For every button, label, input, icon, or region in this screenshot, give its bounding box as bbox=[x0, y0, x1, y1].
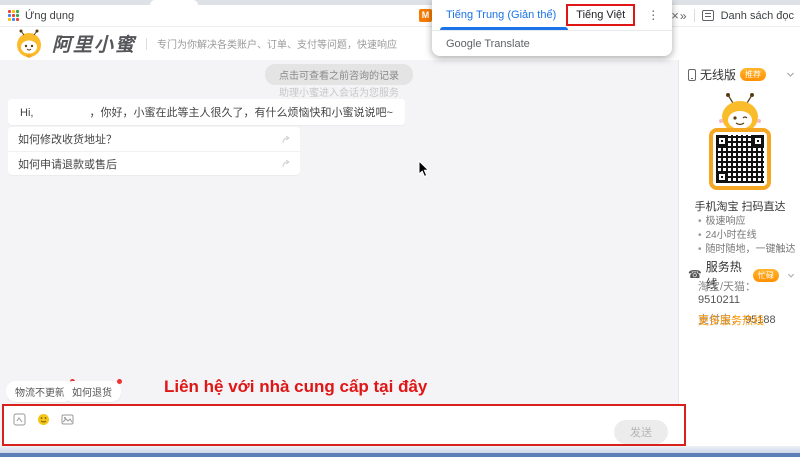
menu-dots-icon[interactable]: ⋮ bbox=[647, 8, 659, 22]
reading-list-icon bbox=[702, 10, 714, 21]
hotline-number: 9510211 bbox=[698, 294, 740, 306]
composer-toolbar bbox=[12, 412, 75, 427]
suggested-questions-card: 如何修改收货地址？ 如何申请退款或售后 bbox=[8, 127, 300, 175]
greeting-message: Hi, ，你好，小蜜在此等主人很久了，有什么烦恼快和小蜜说说吧~ bbox=[8, 99, 405, 125]
mouse-cursor-icon bbox=[418, 160, 430, 178]
wireless-benefits-list: 极速响应 24小时在线 随时随地，一键触达 bbox=[698, 216, 796, 258]
apps-label: Ứng dụng bbox=[25, 10, 74, 22]
reading-list-label[interactable]: Danh sách đọc bbox=[721, 10, 794, 22]
notification-dot bbox=[117, 379, 122, 384]
sidebar: 无线版 推荐 手机淘宝 扫码直达 极速响应 24小时在线 随时随地，一键触达 ☎… bbox=[680, 60, 800, 447]
active-tab-underline bbox=[440, 27, 568, 30]
benefit-item: 随时随地，一键触达 bbox=[698, 244, 796, 255]
bookmarks-bar: Ứng dụng M ệt bình l... » Danh sách đọc bbox=[0, 5, 800, 27]
system-note: 助理小蜜进入会话为您服务 bbox=[279, 84, 399, 99]
screen: Ứng dụng M ệt bình l... » Danh sách đọc … bbox=[0, 0, 800, 457]
emoji-icon[interactable] bbox=[36, 412, 51, 427]
bookmark-apps[interactable]: Ứng dụng bbox=[8, 10, 74, 22]
message-input[interactable] bbox=[12, 428, 604, 442]
chevron-down-icon[interactable] bbox=[786, 70, 795, 79]
qr-caption: 手机淘宝 扫码直达 bbox=[680, 198, 800, 214]
image-icon[interactable] bbox=[60, 412, 75, 427]
greeting-suffix: ，你好，小蜜在此等主人很久了，有什么烦恼快和小蜜说说吧~ bbox=[89, 107, 392, 119]
benefit-item: 极速响应 bbox=[698, 216, 796, 227]
app-header: 阿里小蜜 专门为你解决各类账户、订单、支付等问题，快速响应 bbox=[0, 27, 800, 60]
more-bookmarks-chevron[interactable]: » bbox=[680, 9, 687, 23]
tab-target-language[interactable]: Tiếng Việt bbox=[566, 4, 635, 26]
send-button[interactable]: 发送 bbox=[614, 420, 668, 444]
qr-code bbox=[709, 128, 771, 190]
ask-icon bbox=[282, 159, 290, 168]
question-item[interactable]: 如何修改收货地址？ bbox=[8, 127, 300, 151]
m-favicon[interactable]: M bbox=[419, 9, 432, 22]
ask-icon bbox=[282, 135, 290, 144]
history-pill[interactable]: 点击可查看之前咨询的记录 bbox=[265, 64, 413, 85]
bee-logo-icon bbox=[14, 29, 44, 59]
divider bbox=[146, 38, 147, 50]
translate-brand: Google Translate bbox=[432, 30, 672, 56]
mobile-phone-icon bbox=[688, 69, 696, 81]
wireless-section-header[interactable]: 无线版 推荐 bbox=[688, 66, 795, 83]
screenshot-icon[interactable] bbox=[12, 412, 27, 427]
question-label: 如何申请退款或售后 bbox=[18, 156, 117, 172]
benefit-item: 24小时在线 bbox=[698, 230, 796, 241]
greeting-prefix: Hi, bbox=[20, 107, 33, 119]
translate-tabs-row: Tiếng Trung (Giản thể) Tiếng Việt ⋮ × bbox=[432, 0, 672, 30]
divider bbox=[694, 9, 695, 22]
quick-chip[interactable]: 如何退货 bbox=[63, 381, 121, 402]
bottom-taskbar-edge bbox=[0, 446, 800, 457]
google-translate-popup: Tiếng Trung (Giản thể) Tiếng Việt ⋮ × Go… bbox=[432, 0, 672, 56]
close-icon[interactable]: × bbox=[671, 8, 679, 23]
question-label: 如何修改收货地址？ bbox=[18, 131, 117, 147]
app-logo-text: 阿里小蜜 bbox=[52, 30, 136, 57]
tab-source-language[interactable]: Tiếng Trung (Giản thể) bbox=[446, 9, 556, 21]
app-tagline: 专门为你解决各类账户、订单、支付等问题，快速响应 bbox=[157, 36, 397, 51]
chip-label: 如何退货 bbox=[72, 388, 112, 399]
wireless-title: 无线版 bbox=[700, 66, 736, 83]
composer-annotation-box: 发送 bbox=[2, 404, 686, 446]
apps-grid-icon bbox=[8, 10, 19, 21]
question-item[interactable]: 如何申请退款或售后 bbox=[8, 151, 300, 175]
chip-label: 物流不更新 bbox=[15, 388, 65, 399]
hotline-row: 淘宝/天猫： 9510211 bbox=[698, 278, 800, 306]
hotline-label: 淘宝/天猫： bbox=[698, 281, 756, 293]
wireless-badge: 推荐 bbox=[740, 68, 766, 81]
annotation-note: Liên hệ với nhà cung cấp tại đây bbox=[164, 377, 427, 397]
more-hotlines-link[interactable]: 更多服务热线 bbox=[698, 312, 764, 328]
